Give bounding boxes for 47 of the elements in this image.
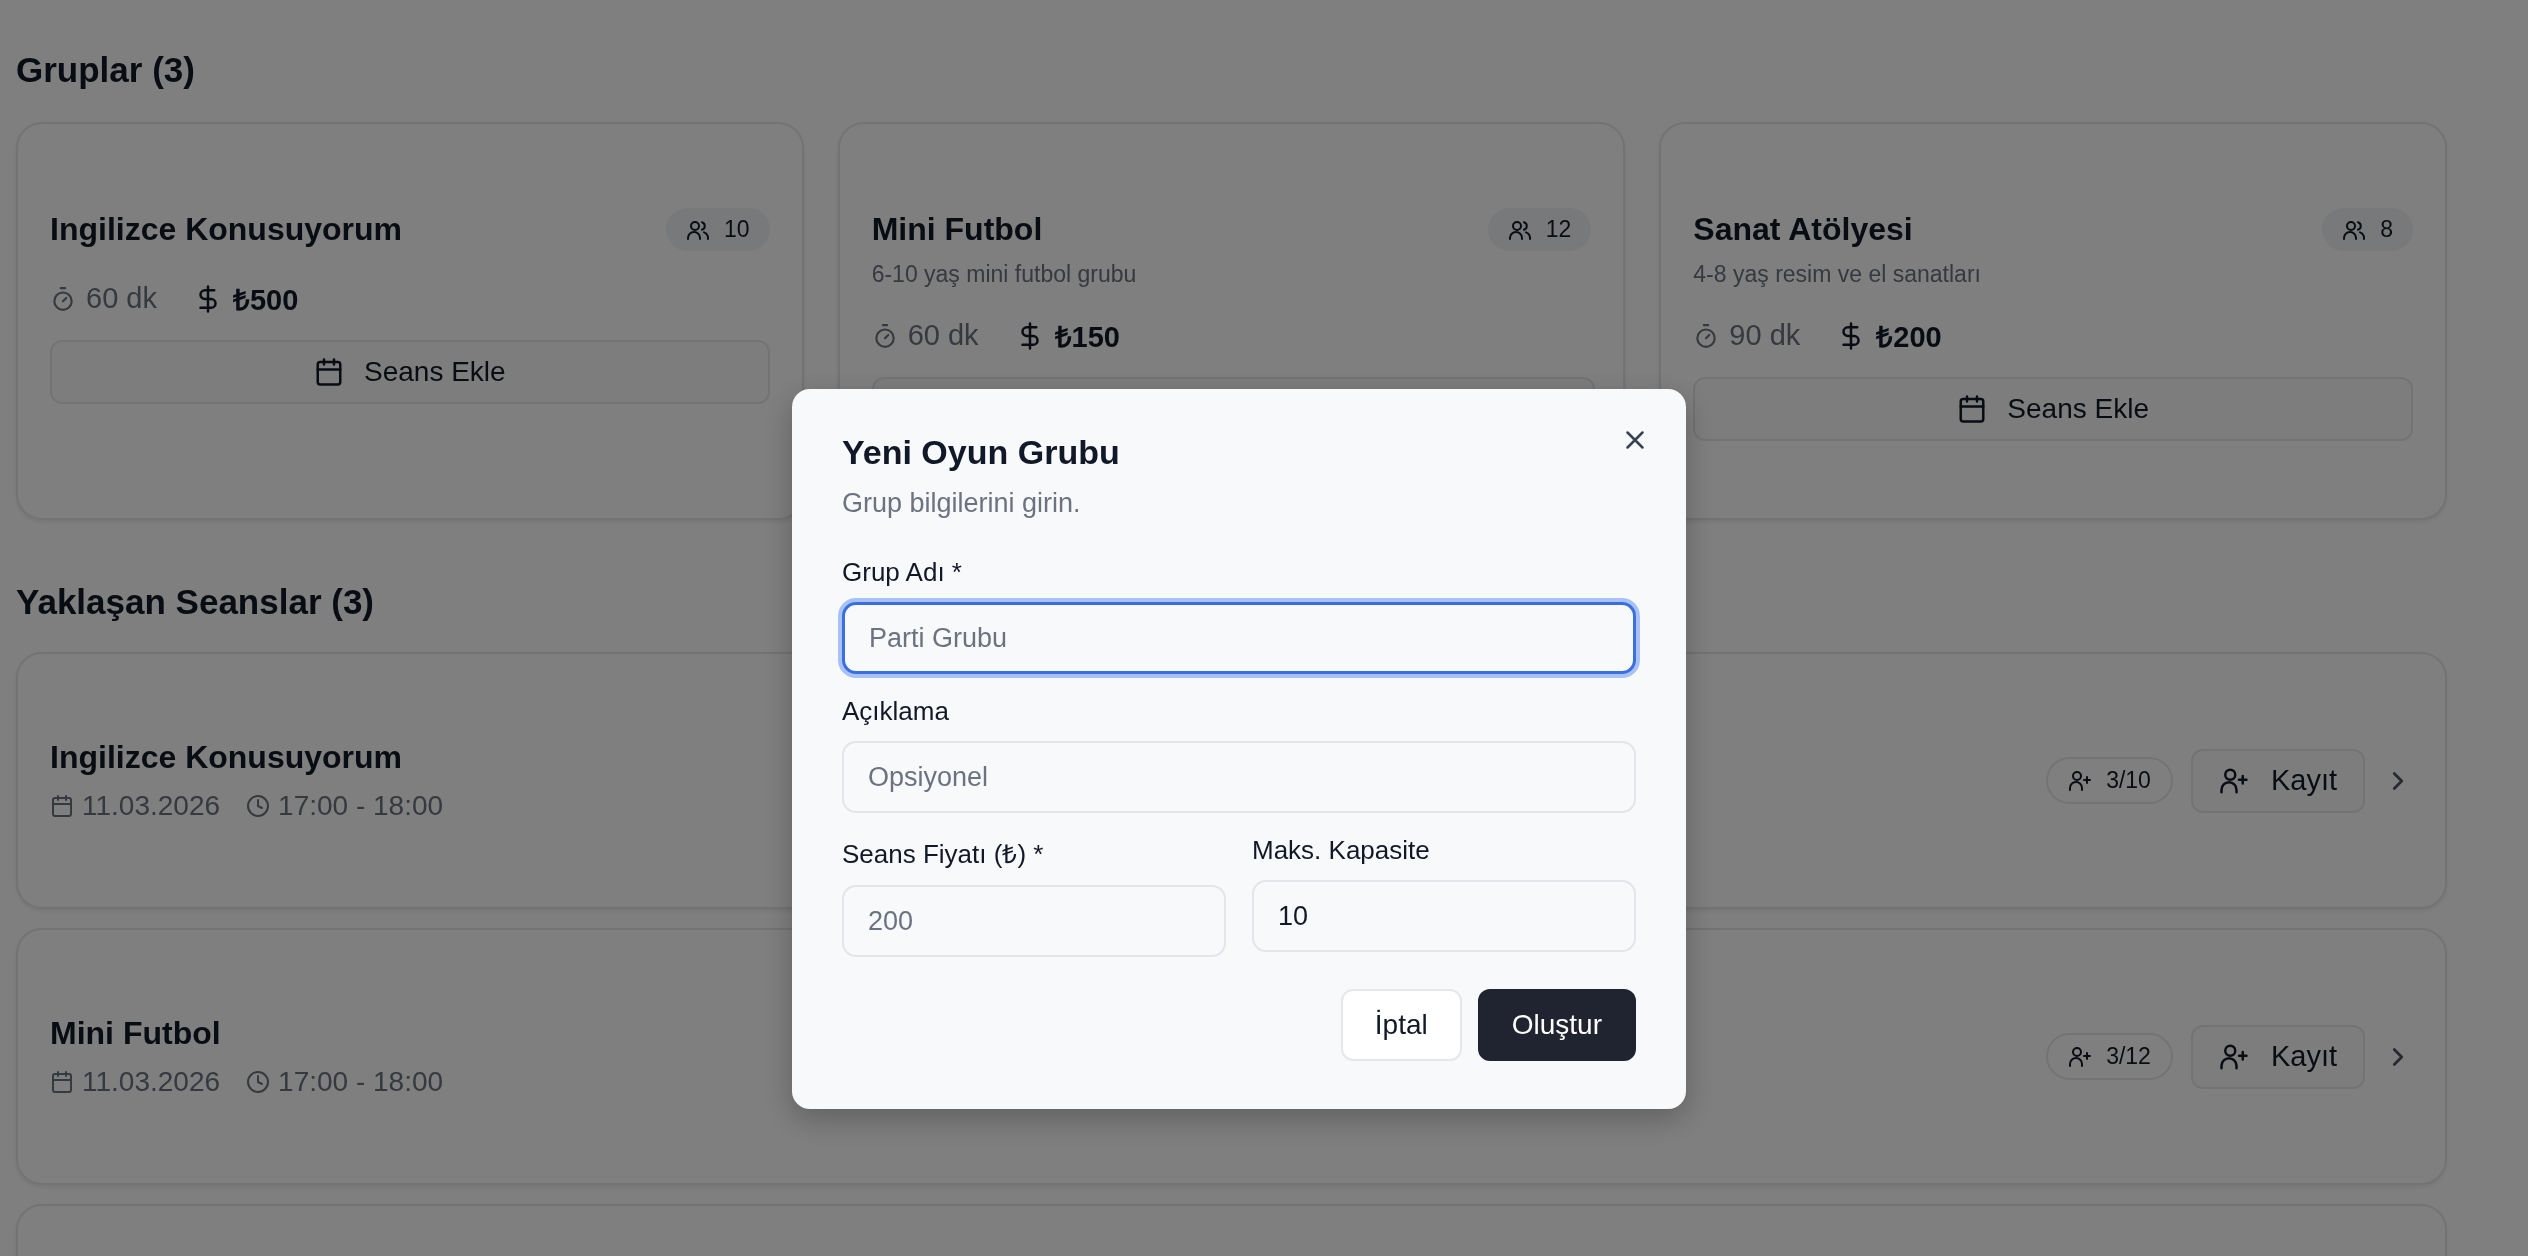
- session-name: Mini Futbol: [50, 1015, 222, 1052]
- calendar-icon: [50, 1070, 74, 1094]
- field-label: Maks. Kapasite: [1252, 835, 1431, 866]
- enrollment-badge: 3/12: [2046, 1033, 2173, 1080]
- price-text: ₺500: [232, 283, 299, 318]
- dialog-title: Yeni Oyun Grubu: [842, 433, 1121, 472]
- section-heading: Yaklaşan Seanslar (3): [16, 582, 375, 622]
- field-label: Seans Fiyatı (₺) *: [842, 838, 1045, 871]
- add-session-button[interactable]: Seans Ekle: [50, 340, 770, 404]
- session-name: Ingilizce Konusuyorum: [50, 739, 404, 776]
- group-name: Sanat Atölyesi: [1693, 211, 1913, 248]
- clock-icon: [246, 794, 271, 818]
- session-time: 17:00 - 18:00: [278, 1066, 444, 1098]
- group-name: Mini Futbol: [871, 211, 1043, 248]
- field-label: Açıklama: [842, 696, 950, 727]
- duration-text: 90 dk: [1729, 319, 1801, 352]
- register-button[interactable]: Kayıt: [2190, 1024, 2365, 1089]
- input-field[interactable]: 10: [1252, 880, 1636, 952]
- timer-icon: [50, 285, 76, 312]
- session-date: 11.03.2026: [82, 1066, 221, 1098]
- session-time: 17:00 - 18:00: [278, 790, 444, 822]
- group-name: Ingilizce Konusuyorum: [50, 211, 403, 248]
- price-text: ₺150: [1054, 320, 1120, 355]
- dialog-description: Grup bilgilerini girin.: [842, 488, 1082, 519]
- capacity-badge: 8: [2322, 208, 2413, 251]
- calendar-icon: [1957, 394, 1988, 424]
- group-description: 4-8 yaş resim ve el sanatları: [1693, 261, 1982, 288]
- cancel-button[interactable]: İptal: [1340, 989, 1462, 1061]
- price-text: ₺200: [1876, 320, 1942, 355]
- user-plus-icon: [2068, 1044, 2093, 1069]
- user-plus-icon: [2068, 768, 2093, 793]
- clock-icon: [246, 1070, 271, 1094]
- calendar-icon: [50, 794, 74, 818]
- group-description: 6-10 yaş mini futbol grubu: [871, 261, 1138, 288]
- session-date: 11.03.2026: [82, 790, 221, 822]
- section-heading: Gruplar (3): [16, 50, 196, 90]
- capacity-badge: 12: [1487, 208, 1592, 251]
- add-session-button[interactable]: Seans Ekle: [1693, 377, 2413, 441]
- field-label: Grup Adı *: [842, 557, 963, 588]
- duration-text: 60 dk: [86, 282, 157, 315]
- input-field[interactable]: Parti Grubu: [842, 602, 1636, 674]
- calendar-icon: [314, 357, 344, 387]
- register-button[interactable]: Kayıt: [2190, 748, 2365, 813]
- duration-text: 60 dk: [907, 319, 979, 352]
- capacity-badge: 10: [666, 208, 770, 251]
- enrollment-badge: 3/10: [2046, 757, 2173, 804]
- create-button[interactable]: Oluştur: [1477, 989, 1636, 1061]
